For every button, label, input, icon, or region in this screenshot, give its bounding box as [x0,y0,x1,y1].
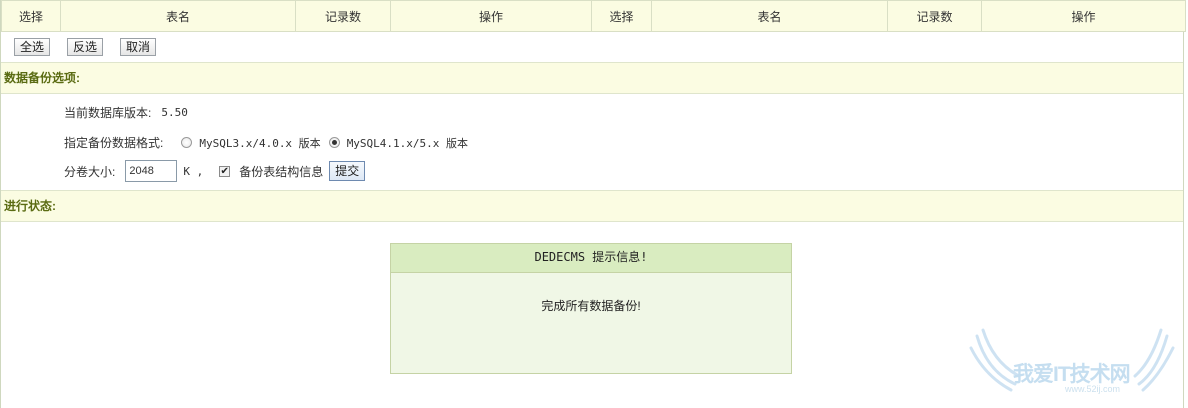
col-header-actions-2: 操作 [981,0,1186,32]
db-version-row: 当前数据库版本: 5.50 [64,104,188,121]
volume-size-label: 分卷大小: [64,164,116,179]
message-box: DEDECMS 提示信息! 完成所有数据备份! [390,243,792,374]
status-title: 进行状态: [1,191,1183,222]
watermark-url: www.52ij.com [1065,384,1121,394]
status-area: DEDECMS 提示信息! 完成所有数据备份! 我爱IT技术网 www.52ij… [1,222,1183,408]
col-header-actions: 操作 [390,0,592,32]
watermark-logo: 我爱IT技术网 www.52ij.com [967,326,1177,406]
backup-options-title: 数据备份选项: [1,63,1183,94]
format-radio-mysql4[interactable] [328,137,340,148]
format-row: 指定备份数据格式: MySQL3.x/4.0.x 版本 MySQL4.1.x/5… [64,134,468,151]
table-list-header: 选择 表名 记录数 操作 选择 表名 记录数 操作 [1,0,1186,32]
volume-size-input[interactable]: 2048 [125,160,178,182]
format-option-mysql4-label: MySQL4.1.x/5.x 版本 [346,136,469,150]
backup-options-panel: 当前数据库版本: 5.50 指定备份数据格式: MySQL3.x/4.0.x 版… [1,94,1183,191]
invert-selection-button[interactable]: 反选 [67,38,104,56]
col-header-select: 选择 [1,0,61,32]
format-radio-mysql3[interactable] [181,137,193,148]
message-box-body: 完成所有数据备份! [541,299,641,313]
col-header-table-name-2: 表名 [651,0,888,32]
cancel-selection-button[interactable]: 取消 [120,38,157,56]
col-header-record-count: 记录数 [295,0,391,32]
selection-button-row: 全选 反选 取消 [1,32,1183,63]
format-option-mysql3-label: MySQL3.x/4.0.x 版本 [199,136,321,150]
volume-size-unit: K , [183,164,204,178]
db-version-label: 当前数据库版本: [64,106,152,120]
message-box-title: DEDECMS 提示信息! [391,244,791,273]
backup-structure-label: 备份表结构信息 [239,164,324,179]
backup-structure-checkbox[interactable]: ✔ [219,165,231,177]
col-header-table-name: 表名 [60,0,296,32]
col-header-record-count-2: 记录数 [887,0,982,32]
select-all-button[interactable]: 全选 [14,38,51,56]
submit-button[interactable]: 提交 [329,161,366,181]
col-header-select-2: 选择 [591,0,652,32]
volume-size-row: 分卷大小: 2048 K , ✔ 备份表结构信息 提交 [64,160,366,182]
db-version-value: 5.50 [161,106,188,119]
format-label: 指定备份数据格式: [64,136,164,150]
backup-page: 选择 表名 记录数 操作 选择 表名 记录数 操作 全选 反选 取消 数据备份选… [0,0,1186,408]
